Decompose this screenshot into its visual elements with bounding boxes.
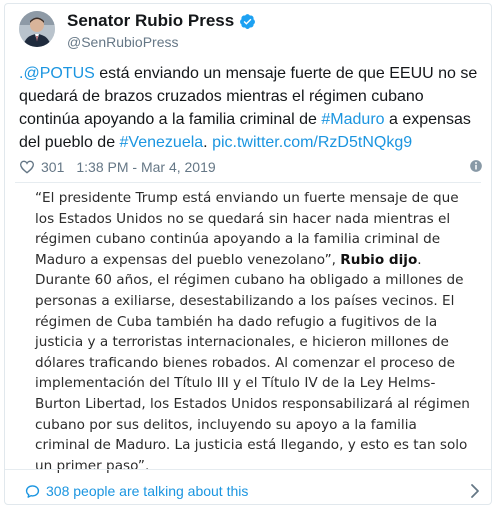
display-name[interactable]: Senator Rubio Press — [67, 11, 234, 31]
tweet-card: Senator Rubio Press @SenRubioPress .@POT… — [4, 3, 492, 505]
pic-link[interactable]: pic.twitter.com/RzD5tNQkg9 — [212, 134, 412, 151]
comment-bubble-icon — [25, 484, 40, 499]
hashtag-maduro[interactable]: #Maduro — [321, 111, 384, 128]
info-icon[interactable] — [469, 159, 483, 173]
quote-part: . Durante 60 años, el régimen cubano ha … — [35, 251, 470, 474]
hashtag-venezuela[interactable]: #Venezuela — [120, 134, 204, 151]
tweet-meta: 301 1:38 PM - Mar 4, 2019 — [19, 157, 485, 177]
heart-icon[interactable] — [19, 159, 35, 175]
quote-bold: Rubio dijo — [340, 251, 418, 268]
tweet-text: .@POTUS está enviando un mensaje fuerte … — [19, 62, 485, 154]
avatar[interactable] — [19, 11, 55, 47]
divider — [15, 182, 481, 183]
handle[interactable]: @SenRubioPress — [67, 34, 179, 50]
mention-link[interactable]: .@POTUS — [19, 65, 95, 82]
conversation-footer[interactable]: 308 people are talking about this — [25, 480, 481, 502]
verified-badge-icon — [239, 13, 256, 30]
timestamp[interactable]: 1:38 PM - Mar 4, 2019 — [76, 159, 215, 175]
footer-divider — [5, 469, 491, 470]
chevron-right-icon[interactable] — [469, 483, 481, 499]
quote-text: “El presidente Trump está enviando un fu… — [35, 188, 475, 476]
tweet-text-part: . — [203, 134, 213, 151]
like-count[interactable]: 301 — [41, 159, 64, 175]
talking-label[interactable]: 308 people are talking about this — [46, 483, 248, 499]
name-row: Senator Rubio Press — [67, 11, 256, 31]
